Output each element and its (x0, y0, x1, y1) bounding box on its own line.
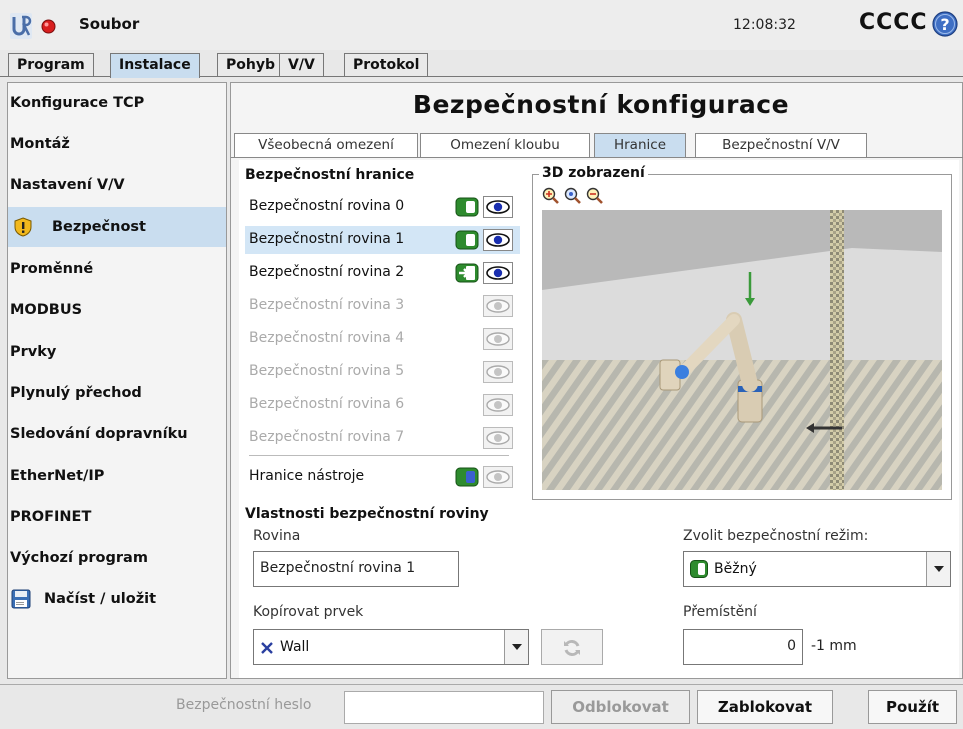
tab-protokol[interactable]: Protokol (344, 53, 429, 76)
plane-field-label: Rovina (253, 528, 301, 544)
eye-visible-icon[interactable] (483, 196, 513, 218)
password-label: Bezpečnostní heslo (176, 697, 312, 713)
sidebar-item-tcp[interactable]: Konfigurace TCP (8, 83, 226, 123)
footer-bar: Bezpečnostní heslo Odblokovat Zablokovat… (0, 684, 963, 729)
clock: 12:08:32 (733, 17, 796, 33)
robot-name: CCCC (859, 10, 928, 35)
refresh-button[interactable] (541, 629, 603, 665)
tab-instalace[interactable]: Instalace (110, 53, 200, 78)
sidebar-item-plynuly-prechod[interactable]: Plynulý přechod (8, 373, 226, 413)
eye-disabled-icon (483, 394, 513, 416)
trigger-reduced-mode-icon[interactable] (455, 262, 479, 284)
header-bar: Soubor 12:08:32 CCCC ? (0, 0, 963, 50)
subtab-joint-limits[interactable]: Omezení kloubu (420, 133, 590, 157)
plane-name-field[interactable]: Bezpečnostní rovina 1 (253, 551, 459, 587)
3d-scene[interactable] (542, 210, 942, 490)
sidebar-item-load-save[interactable]: Načíst / uložit (8, 579, 226, 619)
eye-visible-icon[interactable] (483, 262, 513, 284)
eye-disabled-icon (483, 466, 513, 488)
subtab-safety-io[interactable]: Bezpečnostní V/V (695, 133, 867, 157)
status-dot-icon (41, 19, 56, 34)
svg-text:?: ? (940, 15, 949, 34)
eye-disabled-icon (483, 328, 513, 350)
plane-row-disabled[interactable]: Bezpečnostní rovina 4 (245, 325, 520, 353)
sidebar-item-montaz[interactable]: Montáž (8, 124, 226, 164)
page-title: Bezpečnostní konfigurace (412, 90, 790, 119)
cross-feature-icon (261, 642, 273, 654)
zoom-in-icon[interactable] (542, 187, 560, 205)
safety-config-content: Bezpečnostní konfigurace Všeobecná omeze… (230, 82, 963, 679)
apply-button[interactable]: Použít (868, 690, 957, 724)
plane-row[interactable]: Bezpečnostní rovina 0 (245, 193, 520, 221)
chevron-down-icon[interactable] (504, 630, 528, 664)
sidebar-item-default-program[interactable]: Výchozí program (8, 538, 226, 578)
displacement-unit: -1 mm (811, 638, 857, 654)
tool-mode-icon[interactable] (455, 466, 479, 488)
sidebar-item-bezpecnost[interactable]: Bezpečnost (8, 207, 226, 247)
zoom-out-icon[interactable] (586, 187, 604, 205)
sidebar-item-io-setup[interactable]: Nastavení V/V (8, 165, 226, 205)
sidebar-item-profinet[interactable]: PROFINET (8, 497, 226, 537)
safety-shield-icon (14, 217, 32, 237)
tool-boundary-row[interactable]: Hranice nástroje (245, 463, 520, 491)
plane-row-disabled[interactable]: Bezpečnostní rovina 6 (245, 391, 520, 419)
floppy-disk-icon (11, 589, 31, 609)
eye-disabled-icon (483, 361, 513, 383)
file-menu[interactable]: Soubor (79, 15, 139, 33)
plane-row-disabled[interactable]: Bezpečnostní rovina 7 (245, 424, 520, 452)
refresh-icon (564, 639, 580, 657)
sidebar-item-ethernetip[interactable]: EtherNet/IP (8, 456, 226, 496)
displacement-label: Přemístění (683, 604, 757, 620)
installation-sidebar: Konfigurace TCP Montáž Nastavení V/V Bez… (7, 82, 227, 679)
ur-logo-icon (10, 13, 32, 39)
tab-pohyb[interactable]: Pohyb (217, 53, 284, 76)
eye-disabled-icon (483, 427, 513, 449)
sidebar-item-promenne[interactable]: Proměnné (8, 249, 226, 289)
subtab-general-limits[interactable]: Všeobecná omezení (234, 133, 418, 157)
properties-title: Vlastnosti bezpečnostní roviny (245, 506, 489, 522)
normal-mode-icon (690, 560, 708, 578)
eye-visible-icon[interactable] (483, 229, 513, 251)
eye-disabled-icon (483, 295, 513, 317)
tab-vv[interactable]: V/V (279, 53, 324, 76)
normal-mode-icon[interactable] (455, 196, 479, 218)
subtab-boundaries[interactable]: Hranice (594, 133, 686, 157)
password-input[interactable] (344, 691, 544, 724)
zoom-reset-icon[interactable] (564, 187, 582, 205)
3d-view-title: 3D zobrazení (539, 165, 648, 181)
safety-mode-label: Zvolit bezpečnostní režim: (683, 528, 869, 544)
safety-mode-select[interactable]: Běžný (683, 551, 951, 587)
chevron-down-icon[interactable] (926, 552, 950, 586)
plane-row[interactable]: Bezpečnostní rovina 2 (245, 259, 520, 287)
copy-feature-select[interactable]: Wall (253, 629, 529, 665)
help-icon[interactable]: ? (932, 11, 958, 37)
normal-mode-icon[interactable] (455, 229, 479, 251)
plane-row-selected[interactable]: Bezpečnostní rovina 1 (245, 226, 520, 254)
plane-row-disabled[interactable]: Bezpečnostní rovina 5 (245, 358, 520, 386)
displacement-input[interactable]: 0 (683, 629, 803, 665)
sidebar-item-prvky[interactable]: Prvky (8, 332, 226, 372)
unlock-button[interactable]: Odblokovat (551, 690, 690, 724)
sidebar-item-conveyor[interactable]: Sledování dopravníku (8, 414, 226, 454)
boundaries-panel: Bezpečnostní hranice Bezpečnostní rovina… (239, 160, 959, 678)
lock-button[interactable]: Zablokovat (697, 690, 833, 724)
plane-row-disabled[interactable]: Bezpečnostní rovina 3 (245, 292, 520, 320)
boundaries-section-title: Bezpečnostní hranice (245, 167, 415, 183)
sidebar-item-modbus[interactable]: MODBUS (8, 290, 226, 330)
tab-program[interactable]: Program (8, 53, 94, 76)
copy-feature-label: Kopírovat prvek (253, 604, 364, 620)
